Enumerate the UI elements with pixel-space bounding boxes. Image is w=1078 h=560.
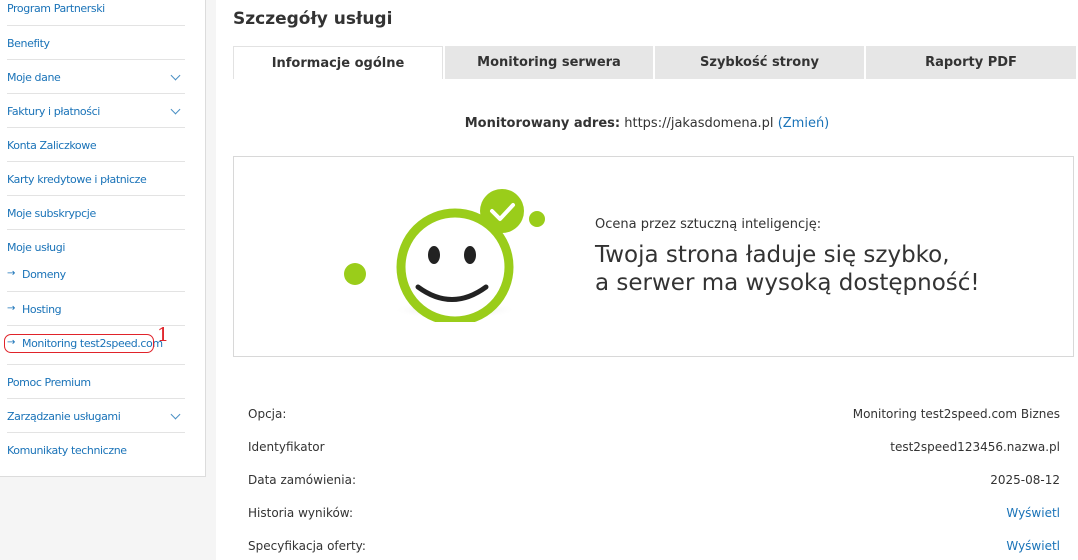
arrow-right-icon: → bbox=[7, 303, 15, 314]
sidebar-item-label: Konta Zaliczkowe bbox=[7, 139, 97, 152]
sidebar-item-konta-zaliczkowe[interactable]: Konta Zaliczkowe bbox=[7, 128, 185, 162]
monitored-address-url: https://jakasdomena.pl bbox=[624, 116, 774, 131]
decor-dot bbox=[529, 211, 545, 227]
chevron-down-icon[interactable] bbox=[170, 409, 181, 420]
annotation-marker: 1 bbox=[157, 324, 170, 346]
sidebar-item-label: Benefity bbox=[7, 37, 50, 50]
chevron-down-icon[interactable] bbox=[170, 104, 181, 115]
ai-rating-line: Twoja strona ładuje się szybko, bbox=[595, 242, 950, 268]
change-address-link[interactable]: (Zmień) bbox=[778, 116, 830, 131]
ai-rating-label: Ocena przez sztuczną inteligencję: bbox=[595, 217, 822, 232]
tab-raporty-pdf[interactable]: Raporty PDF bbox=[866, 46, 1076, 79]
tab-informacje-ogolne[interactable]: Informacje ogólne bbox=[233, 46, 443, 79]
main-content: Szczegóły usługi Informacje ogólne Monit… bbox=[216, 0, 1078, 560]
ai-rating-text: Twoja strona ładuje się szybko, a serwer… bbox=[595, 241, 980, 297]
detail-key: Historia wyników: bbox=[248, 506, 354, 520]
sidebar: Program Partnerski Benefity Moje dane Fa… bbox=[0, 0, 206, 477]
sidebar-item-komunikaty[interactable]: Komunikaty techniczne bbox=[7, 433, 185, 467]
page-title: Szczegóły usługi bbox=[233, 9, 393, 29]
sidebar-item-moje-dane[interactable]: Moje dane bbox=[7, 60, 185, 94]
sidebar-item-karty[interactable]: Karty kredytowe i płatnicze bbox=[7, 162, 185, 196]
smiley-eye bbox=[428, 246, 440, 264]
monitored-address-label: Monitorowany adres: bbox=[464, 116, 621, 131]
sidebar-item-label: Zarządzanie usługami bbox=[7, 410, 121, 423]
sidebar-item-pomoc-premium[interactable]: Pomoc Premium bbox=[7, 365, 185, 399]
check-badge bbox=[480, 189, 524, 233]
arrow-right-icon: → bbox=[7, 268, 15, 279]
detail-value: 2025-08-12 bbox=[990, 473, 1060, 487]
sidebar-subitem-domeny[interactable]: Domeny bbox=[22, 268, 66, 281]
sidebar-subitem-hosting[interactable]: → Hosting bbox=[7, 292, 185, 326]
sidebar-item-program-partnerski[interactable]: Program Partnerski bbox=[7, 0, 185, 26]
smiley-eye bbox=[464, 246, 476, 264]
annotation-highlight-box bbox=[4, 334, 154, 353]
monitored-address: Monitorowany adres: https://jakasdomena.… bbox=[216, 116, 1078, 131]
sidebar-item-label: Karty kredytowe i płatnicze bbox=[7, 173, 147, 186]
sidebar-item-label: Moje subskrypcje bbox=[7, 207, 96, 220]
sidebar-item-benefity[interactable]: Benefity bbox=[7, 26, 185, 60]
show-specification-link[interactable]: Wyświetl bbox=[1006, 539, 1060, 553]
sidebar-item-label: Moje usługi bbox=[7, 241, 65, 254]
sidebar-item-label: Faktury i płatności bbox=[7, 105, 100, 118]
ai-rating-line: a serwer ma wysoką dostępność! bbox=[595, 270, 980, 296]
sidebar-item-label: Komunikaty techniczne bbox=[7, 444, 127, 457]
chevron-down-icon[interactable] bbox=[170, 70, 181, 81]
sidebar-item-label: Hosting bbox=[22, 303, 62, 316]
show-history-link[interactable]: Wyświetl bbox=[1006, 506, 1060, 520]
tab-monitoring-serwera[interactable]: Monitoring serwera bbox=[445, 46, 653, 79]
sidebar-item-label: Pomoc Premium bbox=[7, 376, 91, 389]
smiley-illustration bbox=[344, 189, 545, 322]
detail-value: Monitoring test2speed.com Biznes bbox=[852, 407, 1060, 421]
detail-key: Data zamówienia: bbox=[248, 473, 357, 487]
ai-rating-card: Ocena przez sztuczną inteligencję: Twoja… bbox=[233, 156, 1074, 357]
sidebar-item-label: Program Partnerski bbox=[7, 2, 105, 15]
detail-key: Specyfikacja oferty: bbox=[248, 539, 366, 553]
sidebar-item-moje-uslugi[interactable]: Moje usługi → Domeny bbox=[7, 230, 185, 292]
sidebar-item-label: Moje dane bbox=[7, 71, 61, 84]
tab-szybkosc-strony[interactable]: Szybkość strony bbox=[655, 46, 864, 79]
sidebar-item-subskrypcje[interactable]: Moje subskrypcje bbox=[7, 196, 185, 230]
detail-key: Opcja: bbox=[248, 407, 287, 421]
sidebar-item-faktury[interactable]: Faktury i płatności bbox=[7, 94, 185, 128]
detail-key: Identyfikator bbox=[248, 440, 325, 454]
decor-dot bbox=[344, 263, 366, 285]
sidebar-item-zarzadzanie[interactable]: Zarządzanie usługami bbox=[7, 399, 185, 433]
detail-value: test2speed123456.nazwa.pl bbox=[890, 440, 1060, 454]
